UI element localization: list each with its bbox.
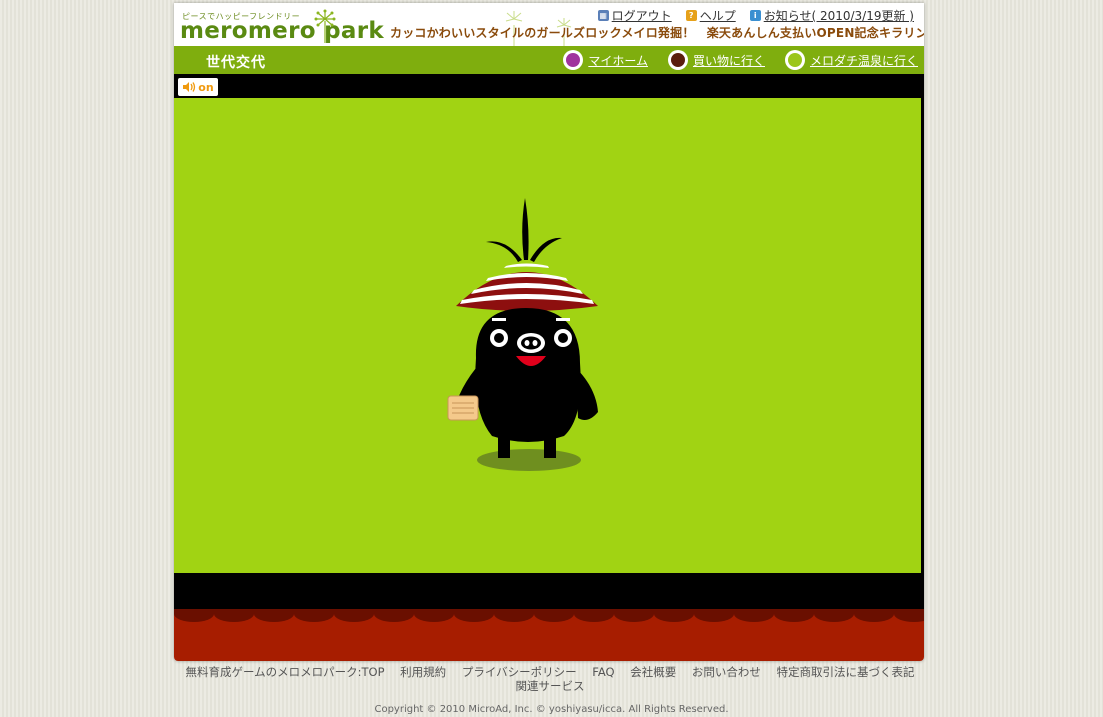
help-icon: ? [685, 10, 697, 21]
character-right-leg [544, 430, 556, 458]
meromero-character[interactable] [446, 198, 606, 478]
game-stage[interactable] [174, 98, 924, 573]
help-link[interactable]: ? ヘルプ [685, 7, 736, 24]
info-icon: i [749, 10, 761, 21]
footer-link-top[interactable]: 無料育成ゲームのメロメロパーク:TOP [185, 665, 384, 679]
logout-link[interactable]: ▦ ログアウト [597, 7, 672, 24]
footer-links: 無料育成ゲームのメロメロパーク:TOP 利用規約 プライバシーポリシー FAQ … [174, 665, 926, 693]
stage-floor [174, 573, 924, 609]
site-logo[interactable]: meromero park [180, 19, 384, 43]
hot-spring-icon [784, 50, 805, 70]
character-right-arm [576, 368, 598, 420]
copyright: Copyright © 2010 MicroAd, Inc. © yoshiya… [374, 704, 729, 715]
news-link[interactable]: i お知らせ( 2010/3/19更新 ) [749, 7, 914, 24]
footer-link-privacy[interactable]: プライバシーポリシー [462, 665, 577, 679]
character-sprout [486, 198, 562, 262]
my-home-icon [563, 50, 584, 70]
nav-shopping[interactable]: 買い物に行く [667, 50, 765, 70]
shopping-icon [667, 50, 688, 70]
speaker-icon [183, 82, 196, 92]
scroll-item-icon [447, 395, 479, 421]
character-shadow [477, 449, 581, 471]
footer-link-company[interactable]: 会社概要 [630, 665, 676, 679]
dandelion-logo-icon [314, 9, 336, 43]
footer-link-contact[interactable]: お問い合わせ [692, 665, 761, 679]
nav-my-home-label[interactable]: マイホーム [588, 52, 648, 69]
main-panel: ピースでハッピーフレンドリー meromero park ▦ ログアウト ? ヘ… [174, 3, 924, 661]
footer-link-terms[interactable]: 利用規約 [400, 665, 446, 679]
stage-toolbar: on [174, 74, 924, 98]
sound-toggle-label: on [198, 80, 214, 94]
nav-bar: 世代交代 マイホーム 買い物に行く メロダチ温泉に行く [174, 46, 924, 74]
site-header: ピースでハッピーフレンドリー meromero park ▦ ログアウト ? ヘ… [174, 3, 924, 47]
header-headline[interactable]: カッコかわいいスタイルのガールズロックメイロ発掘！ 楽天あんしん支払いOPEN記… [390, 24, 924, 41]
character-nose [517, 333, 545, 353]
curtain-scallop [174, 609, 924, 622]
header-links: ▦ ログアウト ? ヘルプ i お知らせ( 2010/3/19更新 ) [597, 7, 914, 24]
footer-link-faq[interactable]: FAQ [592, 665, 614, 679]
sound-toggle-button[interactable]: on [178, 78, 218, 96]
page-title: 世代交代 [206, 55, 266, 71]
nav-my-home[interactable]: マイホーム [563, 50, 648, 70]
news-label[interactable]: お知らせ( 2010/3/19更新 ) [764, 7, 914, 24]
character-left-leg [498, 430, 510, 458]
striped-hat [456, 263, 598, 311]
nav-hot-spring[interactable]: メロダチ温泉に行く [784, 50, 918, 70]
character-body [475, 308, 581, 442]
stage-curtain [174, 609, 924, 661]
logout-icon: ▦ [597, 10, 609, 21]
logout-label[interactable]: ログアウト [612, 7, 672, 24]
help-label[interactable]: ヘルプ [700, 7, 736, 24]
nav-hot-spring-label[interactable]: メロダチ温泉に行く [810, 52, 918, 69]
nav-shopping-label[interactable]: 買い物に行く [693, 52, 765, 69]
footer-link-legal[interactable]: 特定商取引法に基づく表記 [777, 665, 915, 679]
nav-links: マイホーム 買い物に行く メロダチ温泉に行く [563, 50, 918, 70]
footer-link-related[interactable]: 関連サービス [516, 679, 585, 693]
